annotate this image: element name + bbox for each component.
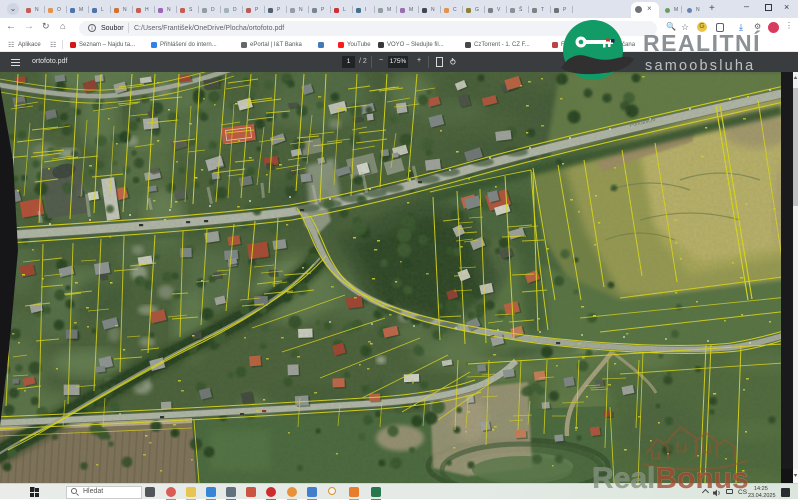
svg-text:REALITNÍ: REALITNÍ	[643, 29, 761, 56]
svg-text:RealBonus: RealBonus	[592, 462, 749, 495]
svg-text:samoobsluha: samoobsluha	[645, 58, 755, 74]
